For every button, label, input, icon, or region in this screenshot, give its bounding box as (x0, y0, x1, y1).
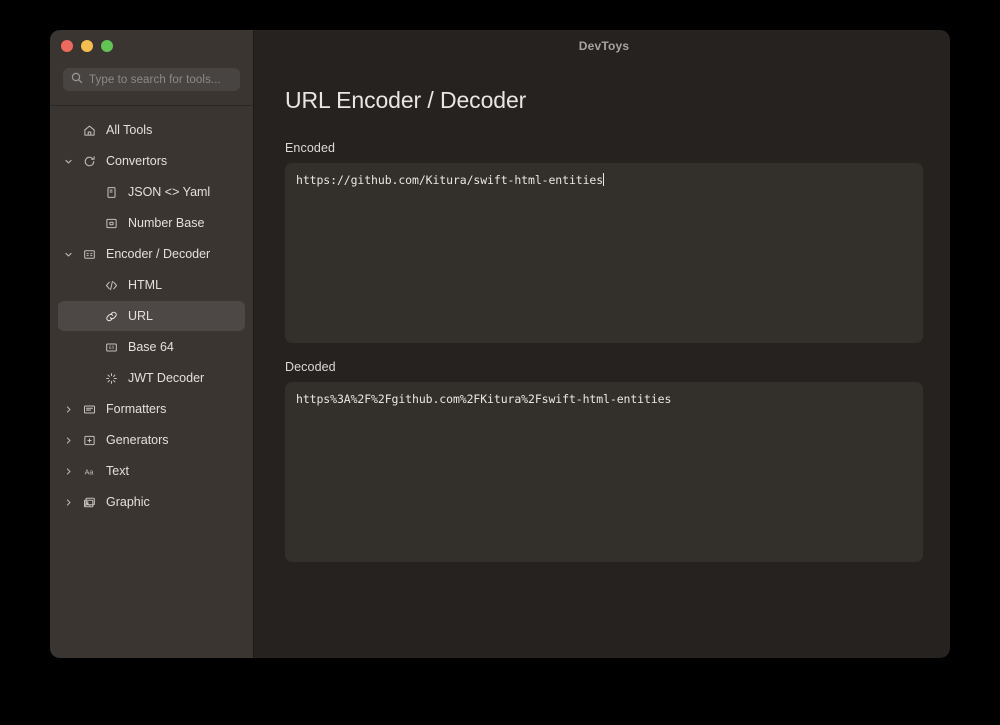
number-base-icon (102, 217, 120, 230)
encoded-textarea[interactable]: https://github.com/Kitura/swift-html-ent… (285, 163, 923, 343)
sidebar-item-label: Formatters (106, 402, 166, 416)
encoded-value: https://github.com/Kitura/swift-html-ent… (296, 173, 603, 187)
chevron-down-icon[interactable] (60, 157, 76, 166)
graphic-icon (80, 496, 98, 509)
search-placeholder: Type to search for tools... (89, 74, 221, 86)
document-icon (102, 186, 120, 199)
chevron-right-icon[interactable] (60, 467, 76, 476)
chevron-right-icon[interactable] (60, 436, 76, 445)
sidebar-item-label: Encoder / Decoder (106, 247, 210, 261)
chevron-right-icon[interactable] (60, 498, 76, 507)
title-bar: DevToys (254, 30, 950, 62)
search-icon (71, 71, 83, 89)
formatters-icon (80, 403, 98, 416)
zoom-button[interactable] (101, 40, 113, 52)
main-panel: DevToys URL Encoder / Decoder Encoded ht… (253, 30, 950, 658)
chevron-right-icon[interactable] (60, 405, 76, 414)
sidebar-item-label: URL (128, 309, 153, 323)
sidebar-item-graphic[interactable]: Graphic (58, 487, 245, 517)
home-icon (80, 124, 98, 137)
text-caret (603, 173, 604, 186)
sidebar-item-label: JSON <> Yaml (128, 185, 210, 199)
encoded-label: Encoded (285, 141, 923, 155)
sidebar-item-json-yaml[interactable]: JSON <> Yaml (58, 177, 245, 207)
sidebar-item-label: Number Base (128, 216, 204, 230)
decoded-label: Decoded (285, 360, 923, 374)
spinner-icon (102, 372, 120, 385)
base64-icon: 64 (102, 341, 120, 354)
sidebar-item-label: All Tools (106, 123, 152, 137)
tool-content: URL Encoder / Decoder Encoded https://gi… (254, 62, 950, 562)
svg-text:64: 64 (109, 345, 114, 350)
refresh-icon (80, 155, 98, 168)
encoder-icon (80, 248, 98, 261)
sidebar-item-base-64[interactable]: 64 Base 64 (58, 332, 245, 362)
text-aa-icon: Aa (80, 465, 98, 478)
link-icon (102, 310, 120, 323)
sidebar-nav: All Tools Convertors JSON <> Yaml Number Ba… (50, 106, 253, 517)
search-container: Type to search for tools... (50, 62, 253, 91)
window-controls (50, 30, 253, 62)
sidebar-item-encoder-decoder[interactable]: Encoder / Decoder (58, 239, 245, 269)
sidebar-item-html[interactable]: HTML (58, 270, 245, 300)
sidebar-item-convertors[interactable]: Convertors (58, 146, 245, 176)
search-input[interactable]: Type to search for tools... (63, 68, 240, 91)
sidebar-item-jwt-decoder[interactable]: JWT Decoder (58, 363, 245, 393)
sidebar: Type to search for tools... All Tools Con… (50, 30, 253, 658)
minimize-button[interactable] (81, 40, 93, 52)
app-title: DevToys (579, 39, 630, 53)
code-tags-icon (102, 279, 120, 292)
sidebar-item-label: Convertors (106, 154, 167, 168)
sidebar-item-formatters[interactable]: Formatters (58, 394, 245, 424)
svg-text:Aa: Aa (85, 468, 94, 476)
generators-icon (80, 434, 98, 447)
decoded-value: https%3A%2F%2Fgithub.com%2FKitura%2Fswif… (296, 392, 671, 406)
sidebar-item-all-tools[interactable]: All Tools (58, 115, 245, 145)
sidebar-item-label: JWT Decoder (128, 371, 204, 385)
sidebar-item-generators[interactable]: Generators (58, 425, 245, 455)
sidebar-item-text[interactable]: Aa Text (58, 456, 245, 486)
sidebar-item-label: Graphic (106, 495, 150, 509)
sidebar-item-number-base[interactable]: Number Base (58, 208, 245, 238)
close-button[interactable] (61, 40, 73, 52)
page-title: URL Encoder / Decoder (285, 87, 923, 114)
sidebar-item-label: Generators (106, 433, 169, 447)
chevron-down-icon[interactable] (60, 250, 76, 259)
sidebar-item-label: Text (106, 464, 129, 478)
sidebar-item-label: HTML (128, 278, 162, 292)
sidebar-item-label: Base 64 (128, 340, 174, 354)
decoded-textarea[interactable]: https%3A%2F%2Fgithub.com%2FKitura%2Fswif… (285, 382, 923, 562)
sidebar-item-url[interactable]: URL (58, 301, 245, 331)
app-window: Type to search for tools... All Tools Con… (50, 30, 950, 658)
